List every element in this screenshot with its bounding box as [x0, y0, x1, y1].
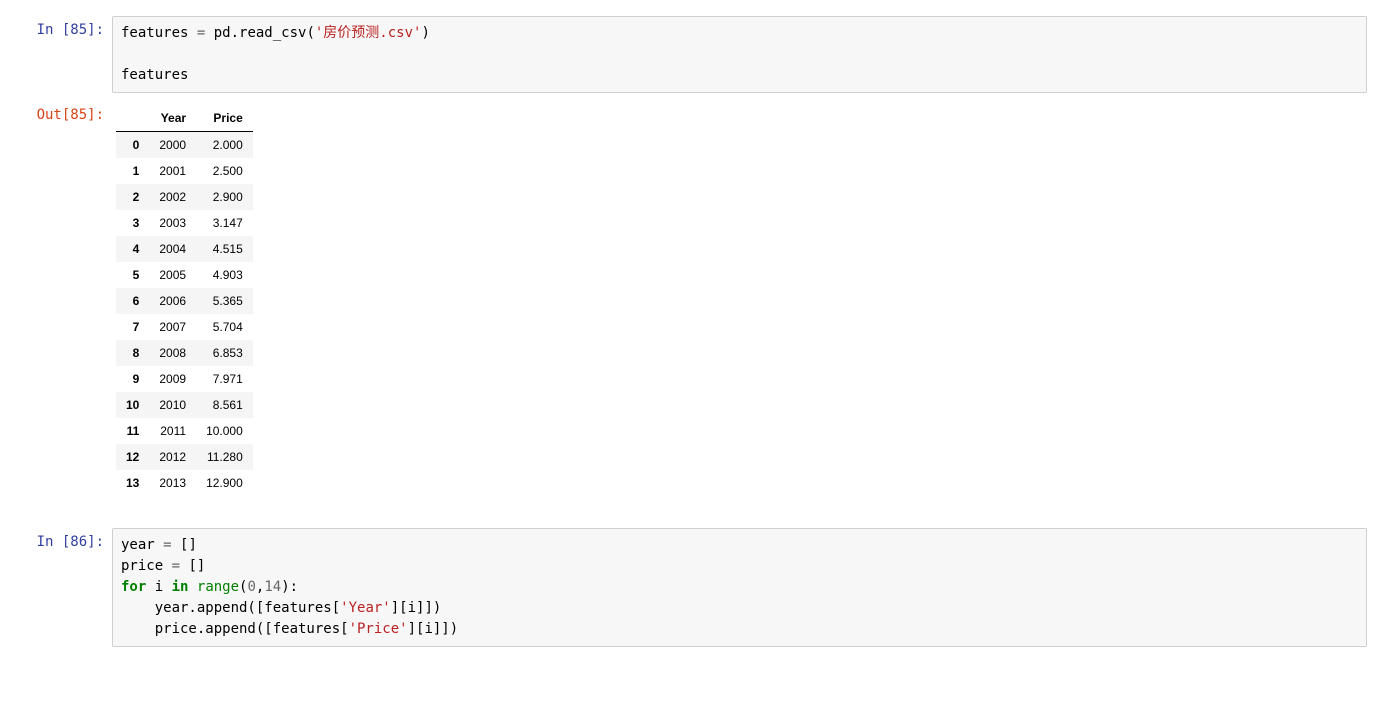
row-index: 11 — [116, 418, 149, 444]
cell-price: 8.561 — [196, 392, 253, 418]
cell-price: 2.500 — [196, 158, 253, 184]
cell-price: 11.280 — [196, 444, 253, 470]
code-text: = — [172, 558, 180, 574]
row-index: 2 — [116, 184, 149, 210]
cell-price: 4.515 — [196, 236, 253, 262]
code-text: ) — [421, 25, 429, 41]
row-index: 7 — [116, 314, 149, 340]
row-index: 8 — [116, 340, 149, 366]
row-index: 12 — [116, 444, 149, 470]
cell-year: 2012 — [149, 444, 196, 470]
cell-input-85: In [85]: features = pd.read_csv('房价预测.cs… — [0, 12, 1379, 97]
cell-output-85: Out[85]: Year Price 020002.000120012.500… — [0, 97, 1379, 504]
code-text: in — [172, 579, 189, 595]
table-row: 1020108.561 — [116, 392, 253, 418]
code-text: price — [121, 558, 172, 574]
code-text: 0 — [247, 579, 255, 595]
cell-year: 2000 — [149, 132, 196, 159]
code-text: = — [163, 537, 171, 553]
table-row: 620065.365 — [116, 288, 253, 314]
row-index: 10 — [116, 392, 149, 418]
cell-price: 2.000 — [196, 132, 253, 159]
code-text: pd.read_csv( — [205, 25, 315, 41]
table-row: 420044.515 — [116, 236, 253, 262]
cell-price: 7.971 — [196, 366, 253, 392]
code-text: features — [121, 67, 188, 83]
code-text: year.append([features[ — [121, 600, 340, 616]
cell-year: 2006 — [149, 288, 196, 314]
code-text: features — [121, 25, 197, 41]
code-text: ][i]]) — [408, 621, 459, 637]
code-text: price.append([features[ — [121, 621, 349, 637]
prompt-in-86: In [86]: — [12, 528, 112, 550]
dataframe-table: Year Price 020002.000120012.500220022.90… — [116, 105, 253, 496]
table-row: 920097.971 — [116, 366, 253, 392]
cell-price: 5.704 — [196, 314, 253, 340]
row-index: 5 — [116, 262, 149, 288]
code-text: ): — [281, 579, 298, 595]
cell-year: 2011 — [149, 418, 196, 444]
cell-year: 2004 — [149, 236, 196, 262]
col-header-price: Price — [196, 105, 253, 132]
row-index: 0 — [116, 132, 149, 159]
notebook: In [85]: features = pd.read_csv('房价预测.cs… — [0, 0, 1379, 663]
cell-price: 2.900 — [196, 184, 253, 210]
table-row: 220022.900 — [116, 184, 253, 210]
code-text: 'Price' — [349, 621, 408, 637]
cell-price: 4.903 — [196, 262, 253, 288]
table-row: 11201110.000 — [116, 418, 253, 444]
table-row: 520054.903 — [116, 262, 253, 288]
cell-price: 6.853 — [196, 340, 253, 366]
code-text: 'Year' — [340, 600, 391, 616]
code-text: [] — [180, 558, 205, 574]
cell-year: 2010 — [149, 392, 196, 418]
row-index: 1 — [116, 158, 149, 184]
code-text: year — [121, 537, 163, 553]
cell-year: 2003 — [149, 210, 196, 236]
cell-price: 5.365 — [196, 288, 253, 314]
cell-year: 2009 — [149, 366, 196, 392]
row-index: 3 — [116, 210, 149, 236]
row-index: 13 — [116, 470, 149, 496]
row-index: 9 — [116, 366, 149, 392]
cell-year: 2013 — [149, 470, 196, 496]
code-text — [188, 579, 196, 595]
cell-year: 2008 — [149, 340, 196, 366]
row-index: 6 — [116, 288, 149, 314]
table-row: 820086.853 — [116, 340, 253, 366]
code-text: 14 — [264, 579, 281, 595]
table-row: 12201211.280 — [116, 444, 253, 470]
code-input-86[interactable]: year = [] price = [] for i in range(0,14… — [112, 528, 1367, 647]
row-index: 4 — [116, 236, 149, 262]
code-input-85[interactable]: features = pd.read_csv('房价预测.csv') featu… — [112, 16, 1367, 93]
prompt-in-85: In [85]: — [12, 16, 112, 38]
cell-year: 2005 — [149, 262, 196, 288]
table-row: 020002.000 — [116, 132, 253, 159]
cell-price: 10.000 — [196, 418, 253, 444]
table-row: 120012.500 — [116, 158, 253, 184]
cell-price: 12.900 — [196, 470, 253, 496]
col-header-year: Year — [149, 105, 196, 132]
code-text: i — [146, 579, 171, 595]
code-text: range — [197, 579, 239, 595]
table-row: 13201312.900 — [116, 470, 253, 496]
code-text: '房价预测.csv' — [315, 25, 422, 41]
cell-year: 2001 — [149, 158, 196, 184]
table-row: 720075.704 — [116, 314, 253, 340]
code-text: for — [121, 579, 146, 595]
prompt-out-85: Out[85]: — [12, 101, 112, 123]
code-text: [] — [172, 537, 197, 553]
cell-price: 3.147 — [196, 210, 253, 236]
cell-year: 2007 — [149, 314, 196, 340]
output-area-85: Year Price 020002.000120012.500220022.90… — [112, 101, 1367, 500]
table-row: 320033.147 — [116, 210, 253, 236]
cell-year: 2002 — [149, 184, 196, 210]
code-text: ][i]]) — [391, 600, 442, 616]
cell-input-86: In [86]: year = [] price = [] for i in r… — [0, 524, 1379, 651]
